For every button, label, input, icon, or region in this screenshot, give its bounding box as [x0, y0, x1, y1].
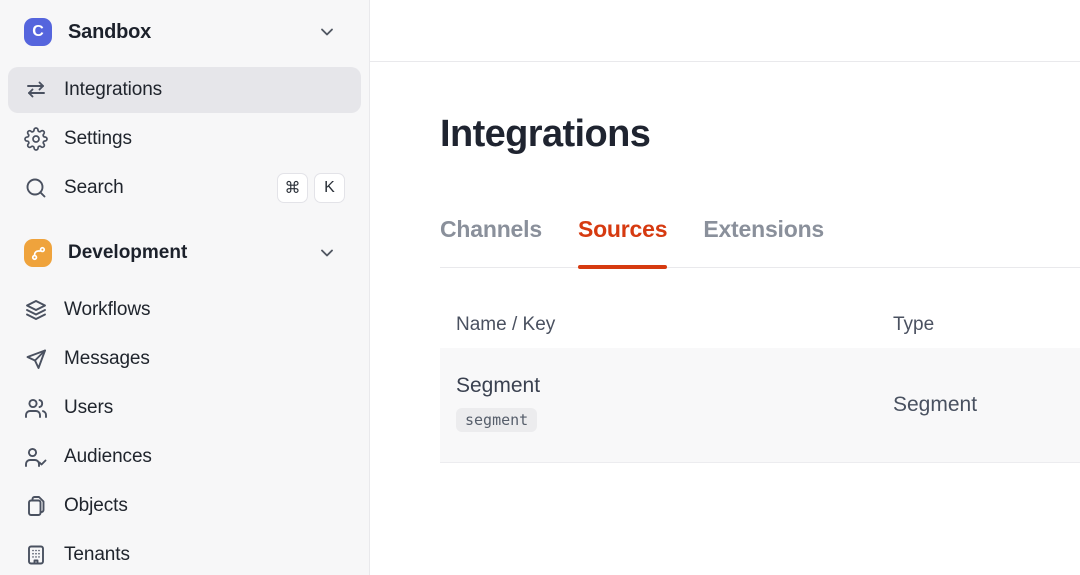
send-icon — [24, 347, 48, 371]
users-icon — [24, 396, 48, 420]
content-area: Integrations Channels Sources Extensions… — [370, 62, 1080, 463]
tab-channels[interactable]: Channels — [440, 216, 542, 267]
cell-name-key: Segment segment — [440, 348, 877, 462]
sidebar-item-audiences[interactable]: Audiences — [8, 434, 361, 480]
tab-extensions[interactable]: Extensions — [703, 216, 824, 267]
cell-type: Segment — [893, 392, 978, 416]
sidebar-item-label: Search — [64, 177, 124, 198]
app-window: C Sandbox Integrations Settings Search ⌘… — [0, 0, 1080, 575]
table-header: Name / Key Type — [440, 268, 1080, 348]
main-panel: Integrations Channels Sources Extensions… — [370, 0, 1080, 575]
sidebar-item-label: Audiences — [64, 446, 152, 467]
sidebar-item-users[interactable]: Users — [8, 385, 361, 431]
sidebar-item-search[interactable]: Search ⌘ K — [8, 165, 361, 211]
layers-icon — [24, 298, 48, 322]
sidebar-item-label: Messages — [64, 348, 150, 369]
column-header-name-key: Name / Key — [456, 313, 556, 335]
top-bar — [370, 0, 1080, 62]
sidebar-item-settings[interactable]: Settings — [8, 116, 361, 162]
swap-arrows-icon — [24, 78, 48, 102]
kbd-command-key: ⌘ — [277, 173, 308, 203]
source-name: Segment — [456, 373, 541, 397]
sidebar-item-label: Objects — [64, 495, 128, 516]
page-title: Integrations — [440, 113, 651, 155]
sidebar-item-tenants[interactable]: Tenants — [8, 532, 361, 575]
building-icon — [24, 543, 48, 567]
git-branch-icon — [24, 239, 52, 267]
sidebar-item-workflows[interactable]: Workflows — [8, 287, 361, 333]
sidebar-item-label: Tenants — [64, 544, 130, 565]
sidebar: C Sandbox Integrations Settings Search ⌘… — [0, 0, 370, 575]
sidebar-item-label: Users — [64, 397, 114, 418]
source-key-badge: segment — [456, 407, 538, 432]
sidebar-item-integrations[interactable]: Integrations — [8, 67, 361, 113]
sidebar-item-objects[interactable]: Objects — [8, 483, 361, 529]
workspace-logo: C — [24, 18, 52, 46]
sidebar-section-development[interactable]: Development — [8, 238, 361, 268]
tab-sources[interactable]: Sources — [577, 216, 668, 269]
search-icon — [24, 176, 48, 200]
user-check-icon — [24, 445, 48, 469]
kbd-k-key: K — [314, 173, 345, 203]
copy-icon — [24, 494, 48, 518]
sidebar-item-label: Workflows — [64, 299, 151, 320]
table-row[interactable]: Segment segment Segment — [440, 347, 1080, 463]
sidebar-item-label: Settings — [64, 128, 132, 149]
workspace-switcher[interactable]: C Sandbox — [8, 18, 361, 46]
tab-bar: Channels Sources Extensions — [440, 216, 1080, 269]
sidebar-item-messages[interactable]: Messages — [8, 336, 361, 382]
sidebar-item-label: Integrations — [64, 79, 163, 100]
gear-icon — [24, 127, 48, 151]
chevron-down-icon — [317, 243, 337, 263]
section-name: Development — [68, 242, 188, 263]
workspace-name: Sandbox — [68, 20, 152, 43]
chevron-down-icon — [317, 22, 337, 42]
search-shortcut: ⌘ K — [277, 173, 345, 203]
column-header-type: Type — [893, 313, 935, 335]
